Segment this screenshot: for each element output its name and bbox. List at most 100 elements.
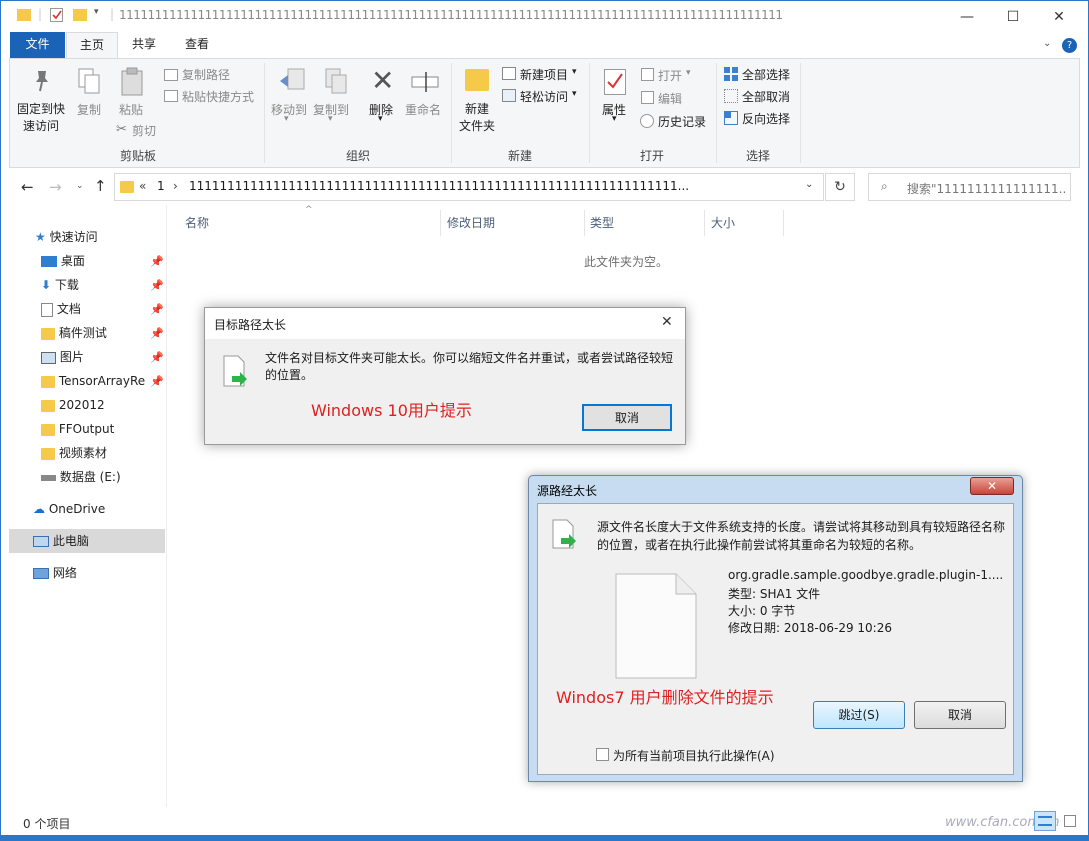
recent-locations-icon[interactable]: ⌄ [76,181,84,191]
move-to-dropdown-icon[interactable]: ▾ [284,114,289,124]
collapse-ribbon-icon[interactable]: ⌄ [1043,38,1051,49]
file-move-icon [551,518,577,552]
forward-arrow-icon[interactable]: → [49,178,62,196]
breadcrumb-1[interactable]: 1 [157,179,165,193]
dialog-body: 源文件名长度大于文件系统支持的长度。请尝试将其移动到具有较短路径名称 的位置，或者… [537,503,1014,775]
address-bar[interactable]: « 1 › 1111111111111111111111111111111111… [114,173,824,201]
new-item-dropdown-icon[interactable]: ▾ [572,67,577,77]
properties-quick-icon[interactable] [50,8,63,22]
group-separator [716,63,717,163]
select-none-button[interactable]: 全部取消 [742,88,790,105]
nav-item-label: 202012 [58,398,105,412]
tab-file[interactable]: 文件 [10,32,65,58]
rename-button[interactable]: 重命名 [405,101,441,118]
qat-dropdown-icon[interactable]: ▾ [94,7,99,17]
back-arrow-icon[interactable]: ← [21,178,34,196]
tab-view[interactable]: 查看 [171,32,223,58]
scissors-icon: ✂ [116,122,127,137]
easy-access-button[interactable]: 轻松访问 [520,88,568,105]
easy-access-dropdown-icon[interactable]: ▾ [572,89,577,99]
dialog-close-button[interactable]: ✕ [970,477,1014,495]
column-header-modified[interactable]: 修改日期 [447,214,495,236]
refresh-button[interactable]: ↻ [825,173,855,201]
new-folder-quick-icon[interactable] [73,9,87,21]
new-folder-label-1: 新建 [464,102,489,116]
help-icon[interactable]: ? [1062,38,1077,53]
ribbon-home: 固定到快 速访问 复制 粘贴 复制路径 粘贴快捷方式 ✂ 剪切 剪贴板 移动到 ▾… [9,58,1080,168]
nav-network[interactable]: 网络 [33,561,77,585]
path-prefix[interactable]: « [139,179,146,193]
minimize-button[interactable]: — [944,1,990,32]
window-title: 1111111111111111111111111111111111111111… [119,8,784,22]
nav-item-drive-e[interactable]: 数据盘 (E:) [41,465,121,489]
nav-quick-access[interactable]: ★ 快速访问 [35,225,98,249]
file-type: 类型: SHA1 文件 [728,587,821,601]
column-separator[interactable] [440,210,441,236]
properties-dropdown-icon[interactable]: ▾ [612,114,617,124]
copy-path-button[interactable]: 复制路径 [182,66,230,83]
copy-button[interactable]: 复制 [77,101,101,118]
open-button[interactable]: 打开 [658,67,682,84]
search-box[interactable]: ⌕ 搜索"1111111111111111... [868,173,1071,201]
column-header-size[interactable]: 大小 [711,214,735,236]
tab-home[interactable]: 主页 [66,32,118,59]
select-all-button[interactable]: 全部选择 [742,66,790,83]
nav-item-label: 下载 [54,278,79,292]
breadcrumb-2[interactable]: 1111111111111111111111111111111111111111… [189,179,749,193]
new-folder-button[interactable]: 新建 文件夹 [459,101,495,135]
copy-to-dropdown-icon[interactable]: ▾ [328,114,333,124]
column-separator[interactable] [783,210,784,236]
pin-quick-access-button[interactable]: 固定到快 速访问 [16,101,66,135]
invert-selection-button[interactable]: 反向选择 [742,110,790,127]
pinned-icon: 📌 [150,327,164,340]
nav-item-folder[interactable]: FFOutput [41,417,114,441]
column-separator[interactable] [584,210,585,236]
history-button[interactable]: 历史记录 [658,113,706,130]
address-dropdown-icon[interactable]: ⌄ [805,179,813,190]
open-dropdown-icon[interactable]: ▾ [686,68,691,78]
close-button[interactable]: ✕ [1036,1,1082,32]
nav-item-folder[interactable]: 视频素材 [41,441,107,465]
file-thumbnail-icon [614,572,698,680]
paste-button[interactable]: 粘贴 [119,101,143,118]
nav-this-pc[interactable]: 此电脑 [33,529,89,553]
pinned-icon: 📌 [150,351,164,364]
message-line-2: 的位置，或者在执行此操作前尝试将其重命名为较短的名称。 [597,538,922,552]
details-view-button[interactable] [1034,811,1056,831]
file-modified: 修改日期: 2018-06-29 10:26 [728,621,892,635]
nav-item-folder[interactable]: 稿件测试 [41,321,107,345]
nav-item-pictures[interactable]: 图片 [41,345,84,369]
cancel-button[interactable]: 取消 [914,701,1006,729]
message-line-1: 文件名对目标文件夹可能太长。你可以缩短文件名并重试，或者尝试路径较短 [265,351,674,365]
skip-button[interactable]: 跳过(S) [813,701,905,729]
maximize-button[interactable]: ☐ [990,1,1036,32]
nav-item-documents[interactable]: 文档 [41,297,81,321]
nav-onedrive[interactable]: ☁ OneDrive [33,497,105,521]
nav-item-desktop[interactable]: 桌面 [41,249,85,273]
dialog-close-icon[interactable]: ✕ [661,314,673,330]
column-header-name[interactable]: 名称 [185,214,209,236]
column-header-type[interactable]: 类型 [590,214,614,236]
group-separator [589,63,590,163]
apply-all-label[interactable]: 为所有当前项目执行此操作(A) [613,747,775,764]
column-separator[interactable] [704,210,705,236]
tab-share[interactable]: 共享 [119,32,169,58]
drive-icon [41,474,56,481]
up-arrow-icon[interactable]: ↑ [94,177,107,195]
paste-shortcut-button[interactable]: 粘贴快捷方式 [182,88,254,105]
move-to-button[interactable]: 移动到 [271,101,307,118]
message-line-2: 的位置。 [265,368,314,382]
cut-button[interactable]: 剪切 [132,122,156,139]
copy-to-icon [322,67,350,97]
large-icons-view-button[interactable] [1060,811,1080,831]
edit-button[interactable]: 编辑 [658,90,682,107]
search-input[interactable]: 搜索"1111111111111111... [907,180,1067,197]
nav-item-downloads[interactable]: ⬇ 下载 [41,273,79,297]
nav-item-folder[interactable]: TensorArrayRe [41,369,149,393]
delete-dropdown-icon[interactable]: ▾ [378,114,383,124]
apply-all-checkbox[interactable] [596,748,609,761]
cancel-button[interactable]: 取消 [582,404,672,431]
qat-separator: | [38,7,43,21]
new-item-button[interactable]: 新建项目 [520,66,568,83]
nav-item-folder[interactable]: 202012 [41,393,105,417]
